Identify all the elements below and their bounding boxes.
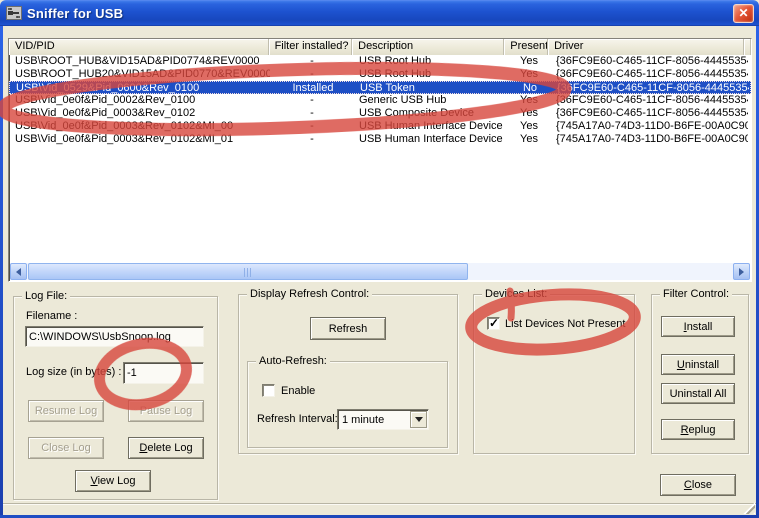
resume-log-button[interactable]: Resume Log [28,400,104,422]
device-list: VID/PID Filter installed? Description Pr… [8,38,752,282]
column-header-present[interactable]: Present [504,39,548,55]
cell-description: USB Token [355,82,508,93]
column-header-filler [744,39,751,55]
filename-label: Filename : [26,310,77,322]
log-size-field[interactable] [123,362,204,384]
scroll-left-button[interactable] [10,263,27,280]
cell-filter: - [270,133,354,146]
cell-present: Yes [507,55,551,68]
devices-list-group-title: Devices List: [482,288,550,300]
close-button[interactable]: Close [660,474,736,496]
close-icon: ✕ [738,6,748,20]
window-titlebar[interactable]: Sniffer for USB ✕ [0,0,759,26]
replug-button[interactable]: Replug [661,419,735,440]
cell-description: USB Human Interface Device [354,120,507,133]
app-icon[interactable] [6,5,22,21]
table-row[interactable]: USB\Vid_0e0f&Pid_0003&Rev_0102&MI_00 - U… [9,120,751,133]
refresh-interval-value: 1 minute [338,414,409,426]
scrollbar-thumb[interactable] [28,263,468,280]
refresh-interval-select[interactable]: 1 minute [337,409,429,430]
enable-label: Enable [281,385,315,397]
column-header-vidpid[interactable]: VID/PID [9,39,269,55]
cell-vidpid: USB\Vid_0529&Pid_0600&Rev_0100 [10,82,271,93]
window-title: Sniffer for USB [27,6,123,21]
delete-log-button[interactable]: Delete Log [128,437,204,459]
arrow-right-icon [739,268,744,276]
filename-field[interactable] [25,326,204,347]
cell-filter: - [270,55,354,68]
uninstall-button[interactable]: Uninstall [661,354,735,375]
cell-filter: - [270,107,354,120]
window-border-left [0,26,3,518]
arrow-left-icon [16,268,21,276]
uninstall-all-button[interactable]: Uninstall All [661,383,735,404]
cell-driver: {36FC9E60-C465-11CF-8056-44455354 [551,55,748,68]
filter-control-group-title: Filter Control: [660,288,732,300]
cell-filter: - [270,120,354,133]
auto-refresh-group: Auto-Refresh: [247,361,448,448]
cell-description: USB Composite Device [354,107,507,120]
device-list-header: VID/PID Filter installed? Description Pr… [9,39,751,55]
cell-driver: {745A17A0-74D3-11D0-B6FE-00A0C90 [551,120,748,133]
column-header-driver[interactable]: Driver [548,39,744,55]
cell-vidpid: USB\Vid_0e0f&Pid_0003&Rev_0102 [9,107,270,120]
column-header-filter-installed[interactable]: Filter installed? [269,39,353,55]
log-size-label: Log size (in bytes) : [26,366,121,378]
chevron-down-icon [415,417,423,426]
cell-vidpid: USB\Vid_0e0f&Pid_0002&Rev_0100 [9,94,270,107]
bottom-divider [3,503,756,505]
table-row[interactable]: USB\Vid_0e0f&Pid_0002&Rev_0100 - Generic… [9,94,751,107]
table-row[interactable]: USB\Vid_0e0f&Pid_0003&Rev_0102&MI_01 - U… [9,133,751,146]
pause-log-button[interactable]: Pause Log [128,400,204,422]
cell-present: Yes [507,107,551,120]
cell-present: Yes [507,94,551,107]
cell-vidpid: USB\Vid_0e0f&Pid_0003&Rev_0102&MI_01 [9,133,270,146]
close-log-button[interactable]: Close Log [28,437,104,459]
cell-filter: - [270,94,354,107]
horizontal-scrollbar [10,263,750,280]
cell-driver: {36FC9E60-C465-11CF-8056-44455354 [551,107,748,120]
cell-driver: {36FC9E60-C465-11CF-8056-44455354 [552,82,749,93]
cell-filter: Installed [271,82,355,93]
table-row[interactable]: USB\Vid_0e0f&Pid_0003&Rev_0102 - USB Com… [9,107,751,120]
list-devices-not-present-checkbox[interactable] [487,317,500,330]
install-button[interactable]: Install [661,316,735,337]
cell-description: Generic USB Hub [354,94,507,107]
table-row[interactable]: USB\ROOT_HUB20&VID15AD&PID0770&REV0000 -… [9,68,751,81]
cell-filter: - [270,68,354,81]
cell-present: Yes [507,68,551,81]
refresh-button[interactable]: Refresh [310,317,386,340]
cell-present: No [508,82,552,93]
cell-present: Yes [507,120,551,133]
scrollbar-track[interactable] [27,263,733,280]
log-file-group-title: Log File: [22,290,70,302]
cell-driver: {36FC9E60-C465-11CF-8056-44455354 [551,68,748,81]
refresh-interval-label: Refresh Interval: [257,413,338,425]
table-row-selected[interactable]: USB\Vid_0529&Pid_0600&Rev_0100 Installed… [9,81,751,94]
cell-vidpid: USB\Vid_0e0f&Pid_0003&Rev_0102&MI_00 [9,120,270,133]
cell-description: USB Human Interface Device [354,133,507,146]
combo-dropdown-button[interactable] [410,411,427,428]
scroll-right-button[interactable] [733,263,750,280]
enable-auto-refresh-checkbox[interactable] [262,384,275,397]
display-refresh-group-title: Display Refresh Control: [247,288,372,300]
close-window-button[interactable]: ✕ [733,4,754,23]
cell-description: USB Root Hub [354,55,507,68]
cell-description: USB Root Hub [354,68,507,81]
cell-driver: {745A17A0-74D3-11D0-B6FE-00A0C90 [551,133,748,146]
list-devices-not-present-label: List Devices Not Present [505,318,625,330]
sniffer-for-usb-window: { "window": { "title": "Sniffer for USB"… [0,0,759,518]
column-header-description[interactable]: Description [352,39,504,55]
cell-vidpid: USB\ROOT_HUB20&VID15AD&PID0770&REV0000 [9,68,270,81]
cell-driver: {36FC9E60-C465-11CF-8056-44455354 [551,94,748,107]
cell-vidpid: USB\ROOT_HUB&VID15AD&PID0774&REV0000 [9,55,270,68]
auto-refresh-group-title: Auto-Refresh: [256,355,330,367]
scrollbar-grip-icon [244,268,253,277]
view-log-button[interactable]: View Log [75,470,151,492]
cell-present: Yes [507,133,551,146]
table-row[interactable]: USB\ROOT_HUB&VID15AD&PID0774&REV0000 - U… [9,55,751,68]
